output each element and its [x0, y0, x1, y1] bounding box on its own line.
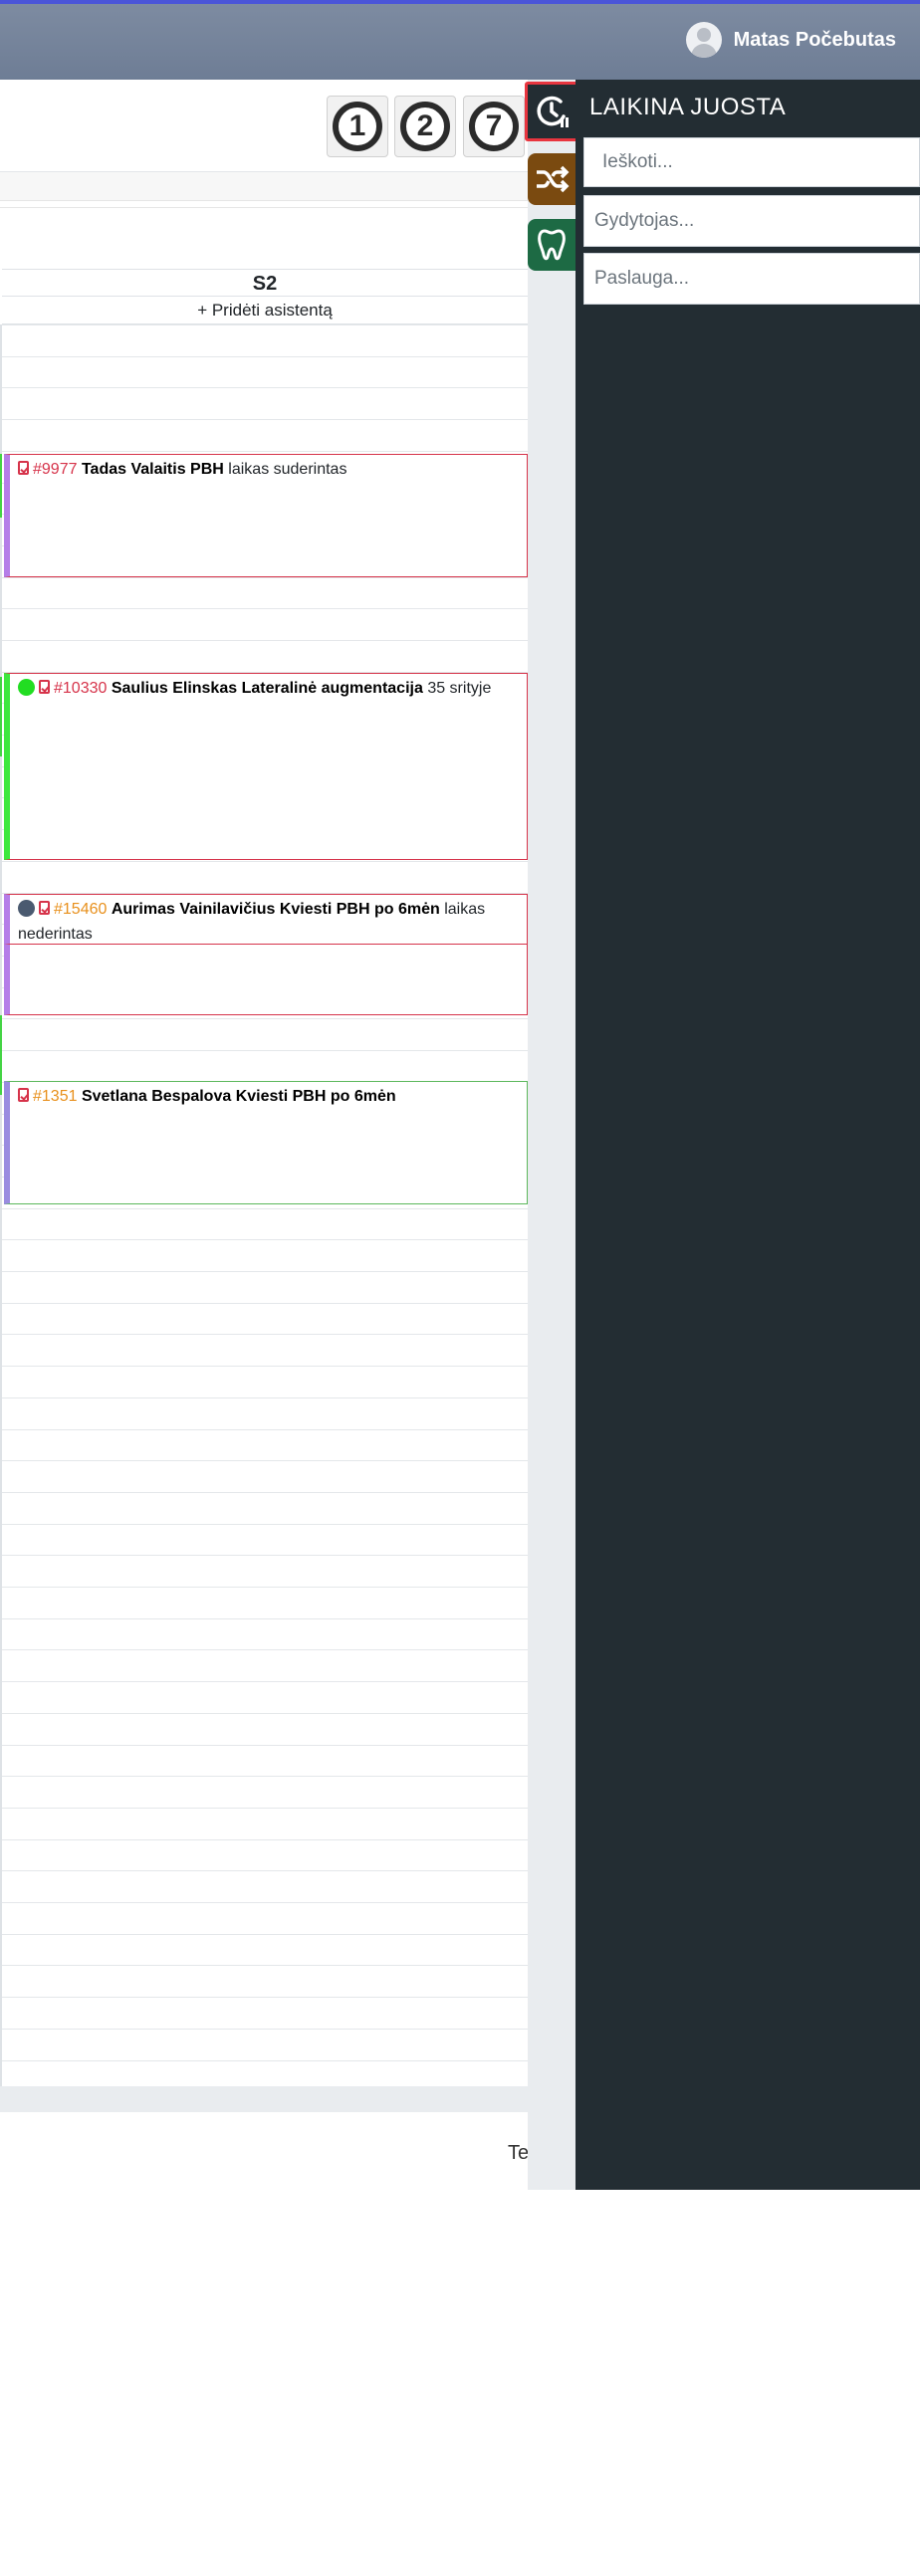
appointment-continuation[interactable]: [4, 944, 528, 1015]
shuffle-tab[interactable]: [528, 153, 575, 205]
number-7-icon: 7: [469, 102, 519, 151]
appointment-patient: Svetlana Bespalova Kviesti PBH po 6mėn: [81, 1088, 396, 1105]
grid-line: [2, 1239, 528, 1240]
grid-line: [2, 577, 528, 578]
status-dot-icon: [18, 900, 35, 917]
number-2-icon: 2: [400, 102, 450, 151]
grid-line: [2, 1429, 528, 1430]
grid-line: [2, 608, 528, 609]
grid-line: [2, 640, 528, 641]
grid-line: [2, 1492, 528, 1493]
grid-line: [2, 419, 528, 420]
temporary-strip-panel: LAIKINA JUOSTA: [575, 80, 920, 2190]
appointment-number: #9977: [33, 461, 78, 478]
grid-line: [2, 2060, 528, 2061]
grid-line: [2, 1681, 528, 1682]
user-name: Matas Počebutas: [733, 28, 896, 51]
grid-line: [2, 1555, 528, 1556]
grid-line: [2, 1870, 528, 1871]
calendar-strip: [0, 172, 528, 201]
tooth-tab[interactable]: [528, 219, 575, 271]
grid-line: [2, 387, 528, 388]
view-1-day-button[interactable]: 1: [327, 96, 388, 157]
calendar-footer-bar: [0, 2086, 528, 2112]
free-slot-indicator: [0, 677, 2, 756]
appointment-note: laikas suderintas: [228, 461, 347, 478]
search-input[interactable]: [583, 137, 920, 187]
grid-line: [2, 1018, 528, 1019]
grid-line: [2, 1618, 528, 1619]
grid-line: [2, 1934, 528, 1935]
panel-title: LAIKINA JUOSTA: [589, 94, 787, 120]
appointment-card[interactable]: #1351 Svetlana Bespalova Kviesti PBH po …: [4, 1081, 528, 1204]
number-1-icon: 1: [333, 102, 382, 151]
calendar-view: 1 2 7 S2 + Pridėti asistentą #9977 Tadas…: [0, 80, 530, 2190]
calendar-toolbar: 1 2 7: [0, 80, 528, 172]
grid-line: [2, 861, 528, 862]
appointment-number: #15460: [54, 901, 108, 918]
grid-line: [2, 1776, 528, 1777]
grid-line: [2, 1208, 528, 1209]
view-2-days-button[interactable]: 2: [394, 96, 456, 157]
grid-line: [2, 1997, 528, 1998]
tooth-icon: [538, 229, 566, 261]
free-slot-indicator: [0, 1015, 2, 1095]
grid-line: [2, 1965, 528, 1966]
grid-line: [2, 356, 528, 357]
user-menu[interactable]: Matas Počebutas: [685, 22, 896, 58]
grid-line: [2, 1649, 528, 1650]
free-slot-indicator: [0, 454, 2, 518]
view-7-days-button[interactable]: 7: [463, 96, 525, 157]
appointment-number: #1351: [33, 1088, 78, 1105]
grid-line: [2, 1902, 528, 1903]
appointment-patient: Aurimas Vainilavičius Kviesti PBH po 6mė…: [111, 901, 440, 918]
grid-line: [2, 2029, 528, 2030]
grid-line: [2, 1271, 528, 1272]
grid-line: [2, 1839, 528, 1840]
grid-line: [2, 1808, 528, 1809]
grid-line: [2, 324, 528, 325]
grid-line: [2, 1050, 528, 1051]
grid-line: [2, 1460, 528, 1461]
shuffle-icon: [537, 165, 570, 193]
grid-line: [2, 1524, 528, 1525]
appointment-number: #10330: [54, 680, 108, 697]
appointment-card[interactable]: #9977 Tadas Valaitis PBH laikas suderint…: [4, 454, 528, 577]
clipboard-check-icon: [39, 901, 50, 915]
add-assistant-link[interactable]: + Pridėti asistentą: [2, 297, 528, 324]
grid-line: [2, 1397, 528, 1398]
grid-line: [2, 1334, 528, 1335]
clipboard-check-icon: [39, 680, 50, 694]
clipboard-check-icon: [18, 461, 29, 475]
grid-line: [2, 1366, 528, 1367]
service-field[interactable]: [583, 253, 920, 305]
divider: [0, 207, 528, 208]
appointment-patient: Saulius Elinskas Lateralinė augmentacija: [111, 680, 423, 697]
side-tab-column: [528, 80, 575, 2190]
avatar: [685, 22, 722, 58]
column-header-s2: S2: [2, 269, 528, 297]
grid-line: [2, 451, 528, 452]
top-header: Matas Počebutas: [0, 0, 920, 80]
temporary-strip-tab[interactable]: [525, 82, 580, 141]
grid-line: [2, 1303, 528, 1304]
footer-text: Te: [508, 2142, 530, 2164]
grid-line: [2, 1713, 528, 1714]
status-dot-icon: [18, 679, 35, 696]
grid-line: [2, 1745, 528, 1746]
time-grid: [0, 324, 528, 2086]
grid-line: [2, 1587, 528, 1588]
clock-pause-icon: [537, 96, 569, 127]
doctor-field[interactable]: [583, 195, 920, 247]
appointment-patient: Tadas Valaitis PBH: [81, 461, 224, 478]
appointment-card[interactable]: #10330 Saulius Elinskas Lateralinė augme…: [4, 673, 528, 860]
appointment-note: 35 srityje: [427, 680, 492, 697]
clipboard-check-icon: [18, 1088, 29, 1102]
